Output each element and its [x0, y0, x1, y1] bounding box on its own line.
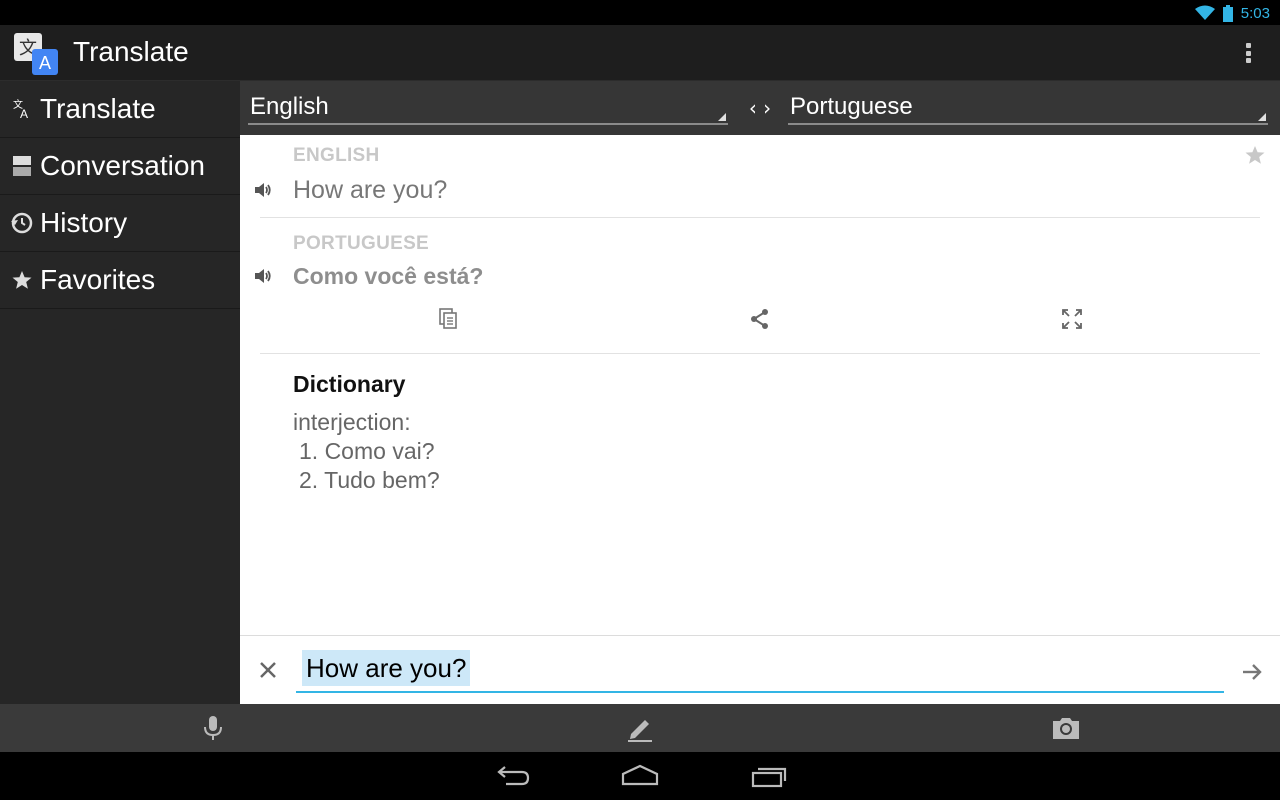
- source-language-label: English: [250, 93, 329, 120]
- dropdown-arrow-icon: [1258, 113, 1266, 121]
- translate-go-icon[interactable]: [1240, 660, 1264, 684]
- input-text[interactable]: How are you?: [302, 650, 471, 686]
- star-icon: [0, 252, 40, 309]
- divider: [260, 217, 1260, 218]
- swap-languages-button[interactable]: ‹ ›: [744, 95, 776, 121]
- divider: [260, 353, 1260, 354]
- sidebar-item-history[interactable]: History: [0, 195, 240, 252]
- sidebar-item-translate[interactable]: 文 A Translate: [0, 81, 240, 138]
- overflow-menu-icon[interactable]: [1236, 39, 1260, 67]
- sidebar-item-favorites[interactable]: Favorites: [0, 252, 240, 309]
- favorite-star-icon[interactable]: [1245, 145, 1265, 165]
- target-language-select[interactable]: Portuguese: [788, 91, 1268, 125]
- handwriting-icon[interactable]: [624, 712, 656, 744]
- input-bar: How are you?: [240, 635, 1280, 704]
- speaker-icon[interactable]: [252, 179, 274, 201]
- camera-icon[interactable]: [1050, 712, 1082, 744]
- copy-icon[interactable]: [436, 307, 460, 331]
- status-bar: 5:03: [0, 0, 1280, 25]
- source-text: How are you?: [293, 176, 448, 204]
- speaker-icon[interactable]: [252, 265, 274, 287]
- fullscreen-icon[interactable]: [1060, 307, 1084, 331]
- dictionary-heading: Dictionary: [293, 371, 406, 397]
- dictionary-entry: 2. Tudo bem?: [299, 467, 440, 493]
- conversation-icon: [0, 138, 40, 195]
- action-bar: 文 A Translate: [0, 25, 1280, 81]
- battery-icon: [1222, 4, 1233, 22]
- share-icon[interactable]: [748, 307, 772, 331]
- sidebar-item-label: Favorites: [40, 264, 156, 295]
- source-language-select[interactable]: English: [248, 91, 728, 125]
- home-icon[interactable]: [620, 762, 660, 790]
- translate-app-icon[interactable]: 文 A: [14, 31, 60, 77]
- microphone-icon[interactable]: [197, 712, 229, 744]
- sidebar-item-label: History: [40, 207, 128, 238]
- dropdown-arrow-icon: [718, 113, 726, 121]
- system-nav-bar: [0, 752, 1280, 800]
- recent-apps-icon[interactable]: [749, 762, 789, 790]
- wifi-icon: [1194, 5, 1215, 20]
- clock: 5:03: [1240, 4, 1270, 22]
- source-language-heading: ENGLISH: [293, 145, 380, 166]
- language-bar: English ‹ › Portuguese: [240, 81, 1280, 135]
- back-icon[interactable]: [492, 762, 532, 790]
- sidebar: 文 A Translate Conversation History Favor…: [0, 81, 240, 704]
- sidebar-item-label: Translate: [40, 93, 156, 124]
- translate-icon: 文 A: [0, 81, 40, 138]
- target-language-heading: PORTUGUESE: [293, 233, 430, 254]
- part-of-speech: interjection:: [293, 409, 411, 435]
- history-icon: [0, 195, 40, 252]
- sidebar-item-conversation[interactable]: Conversation: [0, 138, 240, 195]
- translation-result: ENGLISH How are you? PORTUGUESE Como voc…: [240, 135, 1280, 635]
- svg-text:A: A: [39, 53, 51, 73]
- sidebar-item-label: Conversation: [40, 150, 205, 181]
- swap-icon: ‹ ›: [748, 96, 772, 120]
- clear-icon[interactable]: [256, 658, 280, 682]
- app-title: Translate: [73, 36, 189, 67]
- input-mode-toolbar: [0, 704, 1280, 752]
- svg-text:A: A: [20, 107, 28, 120]
- dictionary-entry: 1. Como vai?: [299, 438, 435, 464]
- translate-input[interactable]: How are you?: [296, 648, 1224, 693]
- translated-text: Como você está?: [293, 263, 484, 289]
- target-language-label: Portuguese: [790, 93, 913, 120]
